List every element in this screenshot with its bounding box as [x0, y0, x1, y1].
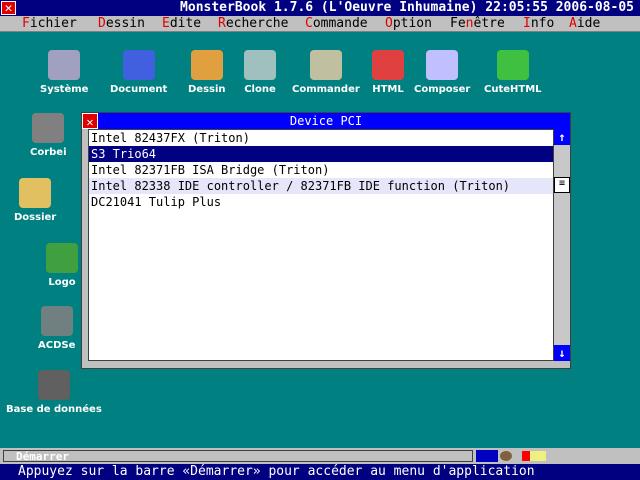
- desktop-icon[interactable]: Dossier: [14, 178, 56, 223]
- icon-label: Corbei: [30, 147, 67, 158]
- icon-label: Commander: [292, 84, 360, 95]
- icon-label: Dessin: [188, 84, 226, 95]
- desktop-icon[interactable]: Commander: [292, 50, 360, 95]
- taskbar: Démarrer: [0, 448, 640, 464]
- status-red-icon: [522, 451, 530, 461]
- app-icon: [46, 243, 78, 273]
- menu-item-8[interactable]: Aide: [569, 16, 600, 32]
- window-title: Device PCI: [82, 113, 570, 129]
- app-icon: [426, 50, 459, 80]
- app-icon: [48, 50, 81, 80]
- close-icon[interactable]: ✕: [1, 1, 16, 16]
- app-icon: [244, 50, 276, 80]
- menu-item-7[interactable]: Info: [523, 16, 554, 32]
- start-button[interactable]: Démarrer: [3, 450, 473, 462]
- app-icon: [40, 306, 73, 336]
- menu-item-5[interactable]: Option: [385, 16, 432, 32]
- icon-label: CuteHTML: [484, 84, 542, 95]
- window-close-button[interactable]: ✕: [82, 113, 98, 129]
- app-icon: [190, 50, 223, 80]
- device-list: Intel 82437FX (Triton) S3 Trio64 Intel 823…: [88, 129, 554, 361]
- keyboard-icon[interactable]: [476, 450, 498, 462]
- status-yellow-icon: [530, 451, 546, 461]
- list-item[interactable]: S3 Trio64: [89, 146, 553, 162]
- app-icon: [372, 50, 404, 80]
- list-item[interactable]: DC21041 Tulip Plus: [89, 194, 553, 210]
- start-label: Démarrer: [16, 450, 69, 463]
- list-item[interactable]: Intel 82371FB ISA Bridge (Triton): [89, 162, 553, 178]
- menu-item-1[interactable]: Dessin: [98, 16, 145, 32]
- app-icon: [122, 50, 155, 80]
- title-bar: ✕ MonsterBook 1.7.6 (L'Oeuvre Inhumaine)…: [0, 0, 640, 16]
- desktop-icon[interactable]: Document: [110, 50, 167, 95]
- icon-label: Clone: [244, 84, 276, 95]
- desktop-icon[interactable]: CuteHTML: [484, 50, 542, 95]
- device-pci-window: Device PCI ✕ Intel 82437FX (Triton) S3 Tr…: [81, 112, 571, 369]
- desktop-icon[interactable]: Composer: [414, 50, 470, 95]
- list-item[interactable]: Intel 82338 IDE controller / 82371FB IDE…: [89, 178, 553, 194]
- desktop-icon[interactable]: Système: [40, 50, 88, 95]
- speaker-icon[interactable]: [500, 451, 512, 461]
- scroll-up-arrow-icon[interactable]: ↑: [554, 129, 570, 145]
- menu-item-4[interactable]: Commande: [305, 16, 368, 32]
- status-bar: Appuyez sur la barre «Démarrer» pour acc…: [0, 464, 640, 480]
- icon-label: ACDSe: [38, 340, 76, 351]
- icon-label: Logo: [48, 277, 76, 288]
- menu-item-2[interactable]: Edite: [162, 16, 201, 32]
- app-icon: [309, 50, 342, 80]
- menu-item-6[interactable]: Fenêtre: [450, 16, 505, 32]
- scrollbar[interactable]: ↑ ≡ ↓: [554, 129, 570, 361]
- app-icon: [496, 50, 529, 80]
- list-item[interactable]: Intel 82437FX (Triton): [89, 130, 553, 146]
- desktop-icon[interactable]: Logo: [46, 243, 78, 288]
- desktop-icon[interactable]: Corbei: [30, 113, 67, 158]
- app-title: MonsterBook 1.7.6 (L'Oeuvre Inhumaine) 2…: [180, 0, 634, 15]
- icon-label: Document: [110, 84, 168, 95]
- app-icon: [19, 178, 52, 208]
- scroll-down-arrow-icon[interactable]: ↓: [554, 345, 570, 361]
- icon-label: Système: [40, 84, 89, 95]
- desktop-icon[interactable]: HTML: [372, 50, 404, 95]
- system-tray: [476, 450, 546, 462]
- icon-label: Dossier: [14, 212, 57, 223]
- desktop-icon[interactable]: Dessin: [188, 50, 226, 95]
- icon-label: Base de données: [6, 404, 102, 415]
- icon-label: HTML: [372, 84, 404, 95]
- desktop-icon[interactable]: Base de données: [6, 370, 102, 415]
- app-icon: [32, 113, 65, 143]
- icon-label: Composer: [414, 84, 471, 95]
- menu-item-0[interactable]: Fichier: [22, 16, 77, 32]
- menu-bar: Fichier Dessin Edite Recherche Commande Optio…: [0, 16, 640, 32]
- app-icon: [37, 370, 70, 400]
- menu-item-3[interactable]: Recherche: [218, 16, 288, 32]
- desktop-icon[interactable]: Clone: [244, 50, 276, 95]
- scroll-thumb[interactable]: ≡: [554, 177, 570, 193]
- desktop-icon[interactable]: ACDSe: [38, 306, 75, 351]
